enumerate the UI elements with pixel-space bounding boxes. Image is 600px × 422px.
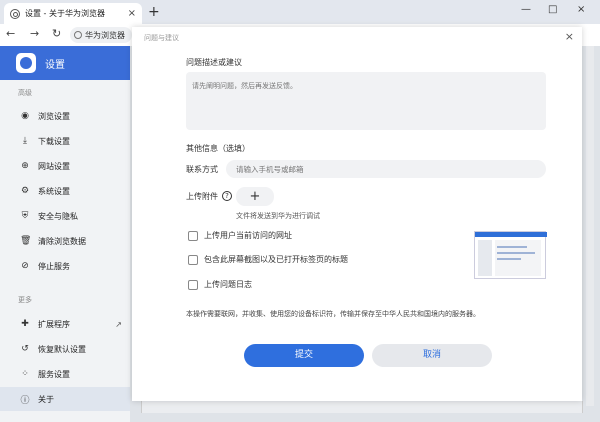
page-background-strip <box>141 401 583 413</box>
contact-input[interactable]: 请输入手机号或邮箱 <box>226 160 546 178</box>
help-icon[interactable]: ? <box>222 191 232 201</box>
services-icon: ⁘ <box>21 369 29 379</box>
sidebar-item-stop-service[interactable]: ⊘ 停止服务 <box>0 254 130 278</box>
sidebar-item-label: 下载设置 <box>38 136 70 146</box>
eye-icon: ◉ <box>21 111 29 121</box>
settings-gear-icon <box>10 8 20 19</box>
sidebar-item-security-privacy[interactable]: ⛨ 安全与隐私 <box>0 204 130 228</box>
sidebar-item-label: 系统设置 <box>38 186 70 196</box>
minimize-button[interactable]: — <box>521 4 531 15</box>
sidebar-item-browse-settings[interactable]: ◉ 浏览设置 <box>0 104 130 128</box>
sidebar-item-label: 服务设置 <box>38 369 70 379</box>
upload-attachment-button[interactable]: + <box>236 187 274 206</box>
sidebar-item-label: 关于 <box>38 394 54 404</box>
restore-icon: ↺ <box>21 344 29 354</box>
sidebar-item-label: 恢复默认设置 <box>38 344 86 354</box>
checkbox-label: 上传问题日志 <box>204 280 252 289</box>
checkbox-upload-log[interactable] <box>188 279 198 290</box>
title-bar: 设置 - 关于华为浏览器 × + — □ × <box>0 0 600 24</box>
upload-label: 上传附件 <box>186 192 218 201</box>
sidebar-item-download-settings[interactable]: ⤓ 下载设置 <box>0 129 130 153</box>
tab-title: 设置 - 关于华为浏览器 <box>25 9 105 18</box>
privacy-notice: 本操作需要联网，并收集、使用您的设备标识符，传输并保存至中华人民共和国境内的服务… <box>186 310 480 318</box>
checkbox-row-log[interactable]: 上传问题日志 <box>188 279 252 290</box>
checkbox-row-screenshot[interactable]: 包含此屏幕截图以及已打开标签页的标题 <box>188 254 348 265</box>
feedback-dialog: 问题与建议 × 问题描述或建议 请先阐明问题，然后再发送反馈。 其他信息（选填）… <box>132 27 582 401</box>
section-label-more: 更多 <box>18 296 32 304</box>
contact-label: 联系方式 <box>186 165 218 174</box>
maximize-button[interactable]: □ <box>548 4 557 15</box>
settings-header: 设置 <box>0 46 130 80</box>
submit-button[interactable]: 提交 <box>244 344 364 367</box>
sidebar-item-clear-data[interactable]: 🗑 清除浏览数据 <box>0 229 130 253</box>
description-label: 问题描述或建议 <box>186 58 242 67</box>
settings-title: 设置 <box>45 59 65 71</box>
sidebar-item-label: 安全与隐私 <box>38 211 78 221</box>
cancel-button[interactable]: 取消 <box>372 344 492 367</box>
description-textarea[interactable]: 请先阐明问题，然后再发送反馈。 <box>186 72 546 130</box>
sidebar-item-system-settings[interactable]: ⚙ 系统设置 <box>0 179 130 203</box>
sidebar-item-restore-defaults[interactable]: ↺ 恢复默认设置 <box>0 337 130 361</box>
other-info-label: 其他信息（选填） <box>186 144 250 153</box>
back-arrow-icon[interactable]: ← <box>6 27 15 40</box>
checkbox-label: 包含此屏幕截图以及已打开标签页的标题 <box>204 255 348 264</box>
dialog-close-icon[interactable]: × <box>565 30 574 43</box>
screenshot-thumbnail <box>474 231 547 279</box>
sidebar-item-about[interactable]: ⓘ 关于 <box>0 387 130 411</box>
address-text: 华为浏览器 <box>85 30 125 40</box>
dialog-title: 问题与建议 <box>144 34 179 42</box>
globe-icon: ⊕ <box>21 161 29 171</box>
browser-tab[interactable]: 设置 - 关于华为浏览器 × <box>4 3 142 24</box>
address-bar[interactable]: 华为浏览器 <box>70 27 132 43</box>
window-close-button[interactable]: × <box>577 4 585 15</box>
new-tab-button[interactable]: + <box>148 4 160 20</box>
forward-arrow-icon[interactable]: → <box>30 27 39 40</box>
sidebar-item-label: 扩展程序 <box>38 319 70 329</box>
site-info-icon <box>74 31 82 39</box>
puzzle-icon: ✚ <box>21 319 29 329</box>
trash-icon: 🗑 <box>20 236 32 246</box>
checkbox-row-url[interactable]: 上传用户当前访问的网址 <box>188 230 292 241</box>
checkbox-screenshot[interactable] <box>188 254 198 265</box>
info-icon: ⓘ <box>20 395 30 406</box>
sidebar-item-label: 停止服务 <box>38 261 70 271</box>
sidebar-item-service-settings[interactable]: ⁘ 服务设置 <box>0 362 130 386</box>
sidebar-item-site-settings[interactable]: ⊕ 网站设置 <box>0 154 130 178</box>
checkbox-upload-url[interactable] <box>188 230 198 241</box>
download-icon: ⤓ <box>23 136 27 146</box>
section-label-advanced: 高级 <box>18 89 32 97</box>
external-link-icon: ↗ <box>115 319 122 329</box>
shield-icon: ⛨ <box>21 211 29 221</box>
tab-close-icon[interactable]: × <box>128 8 136 19</box>
sidebar-item-label: 网站设置 <box>38 161 70 171</box>
sidebar-item-label: 清除浏览数据 <box>38 236 86 246</box>
gear-icon: ⚙ <box>20 186 30 196</box>
upload-hint: 文件将发送到华为进行调试 <box>236 212 320 220</box>
browser-logo-icon <box>16 53 36 73</box>
sidebar-item-extensions[interactable]: ✚ 扩展程序 ↗ <box>0 312 130 336</box>
checkbox-label: 上传用户当前访问的网址 <box>204 231 292 240</box>
sidebar-item-label: 浏览设置 <box>38 111 70 121</box>
reload-icon[interactable]: ↻ <box>52 27 61 40</box>
page-scrollbar[interactable] <box>586 46 594 406</box>
stop-icon: ⊘ <box>21 261 29 271</box>
settings-sidebar: 设置 高级 ◉ 浏览设置 ⤓ 下载设置 ⊕ 网站设置 ⚙ 系统设置 ⛨ 安全与隐… <box>0 46 130 422</box>
